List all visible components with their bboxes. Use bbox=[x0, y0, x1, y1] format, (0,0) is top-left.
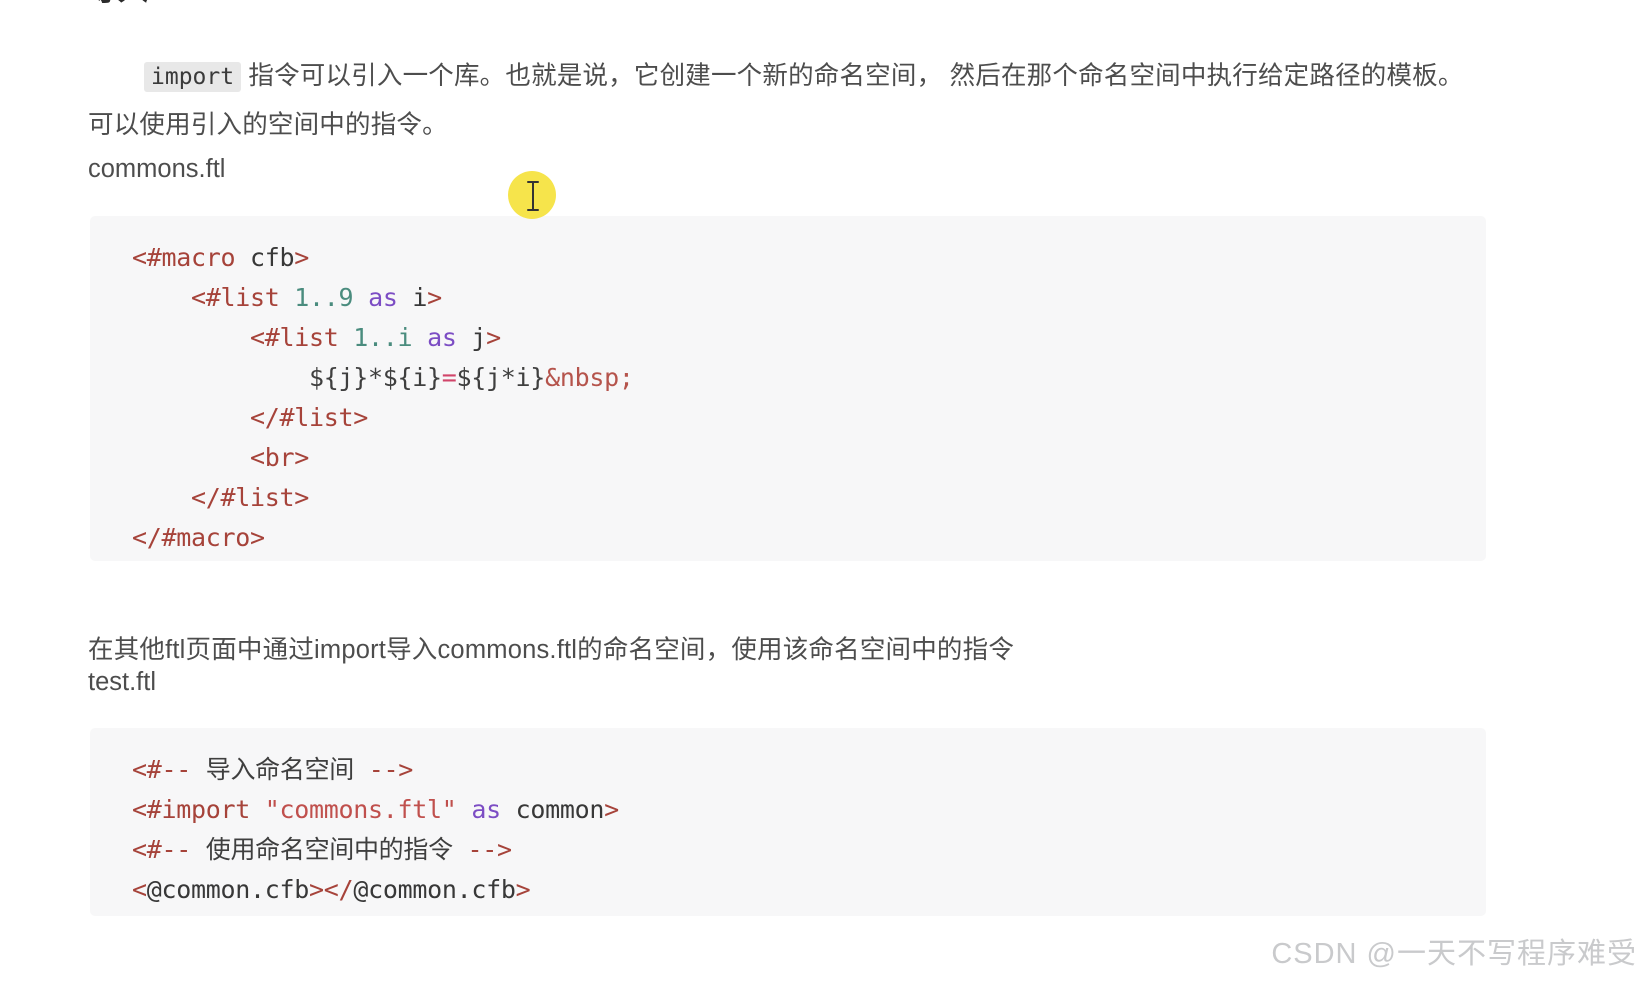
code-line: <@common.cfb></@common.cfb> bbox=[132, 875, 531, 904]
code-line: <#list 1..9 as i> bbox=[191, 283, 442, 312]
label-commons-ftl: commons.ftl bbox=[88, 155, 226, 183]
code-block-commons-ftl[interactable]: <#macro cfb> <#list 1..9 as i> <#list 1.… bbox=[90, 216, 1486, 561]
code-line: </#list> bbox=[191, 483, 310, 512]
code-line: <#-- 导入命名空间 --> bbox=[132, 755, 413, 784]
article-page: 导入 import 指令可以引入一个库。也就是说，它创建一个新的命名空间， 然后… bbox=[0, 0, 1651, 982]
code-line: <#import "commons.ftl" as common> bbox=[132, 795, 619, 824]
code-line: </#macro> bbox=[132, 523, 265, 552]
csdn-watermark: CSDN @一天不写程序难受 bbox=[1271, 938, 1637, 970]
code-block-test-ftl[interactable]: <#-- 导入命名空间 --> <#import "commons.ftl" a… bbox=[90, 728, 1486, 916]
text-cursor-icon bbox=[524, 180, 542, 212]
code-line: ${j}*${i}=${j*i}&nbsp; bbox=[132, 363, 634, 392]
code-line: <#macro cfb> bbox=[132, 243, 310, 272]
label-test-ftl: test.ftl bbox=[88, 668, 157, 696]
intro-paragraph-text: 指令可以引入一个库。也就是说，它创建一个新的命名空间， 然后在那个命名空间中执行… bbox=[88, 61, 1464, 139]
section-heading-sliver: 导入 bbox=[88, 0, 328, 7]
section-heading-text: 导入 bbox=[88, 0, 328, 6]
code-line: <br> bbox=[250, 443, 310, 472]
middle-paragraph: 在其他ftl页面中通过import导入commons.ftl的命名空间，使用该命… bbox=[88, 635, 1015, 664]
code-line: <#-- 使用命名空间中的指令 --> bbox=[132, 835, 512, 864]
code-line: <#list 1..i as j> bbox=[250, 323, 501, 352]
intro-paragraph: import 指令可以引入一个库。也就是说，它创建一个新的命名空间， 然后在那个… bbox=[88, 52, 1488, 149]
code-line: </#list> bbox=[250, 403, 369, 432]
inline-code-import: import bbox=[144, 61, 242, 92]
